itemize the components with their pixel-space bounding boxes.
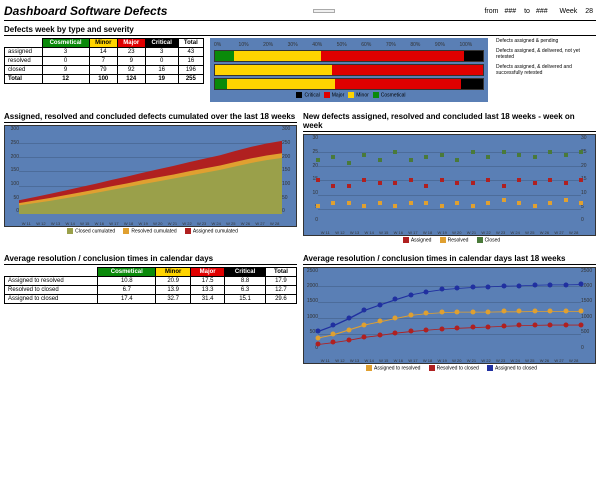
bar-row-labels: Defects assigned & pendingDefects assign… (494, 38, 596, 102)
scatter-chart: 302520151050302520151050 W 11W 12W 13W 1… (303, 134, 596, 236)
section2L-title: Assigned, resolved and concluded defects… (4, 112, 297, 123)
section1-title: Defects week by type and severity (4, 25, 596, 36)
area-chart: 300250200150100500300250200150100500 W 1… (4, 125, 297, 227)
section3L-title: Average resolution / conclusion times in… (4, 254, 297, 265)
resolution-table: Cosmetical Minor Major Critical Total As… (4, 267, 297, 304)
header-range: from### to### Week 28 (481, 8, 596, 15)
section2R-title: New defects assigned, resolved and concl… (303, 112, 596, 132)
page-title: Dashboard Software Defects (4, 4, 167, 18)
section3R-title: Average resolution / conclusion times in… (303, 254, 596, 265)
header: Dashboard Software Defects from### to###… (4, 4, 596, 21)
stacked-bar-chart: 0%10%20%30%40%50%60%70%80%90%100% Critic… (210, 38, 488, 102)
header-button[interactable] (313, 9, 335, 13)
line-chart: 2500200015001000500025002000150010005000… (303, 267, 596, 364)
defects-table: Cosmetical Minor Major Critical Total as… (4, 38, 204, 84)
